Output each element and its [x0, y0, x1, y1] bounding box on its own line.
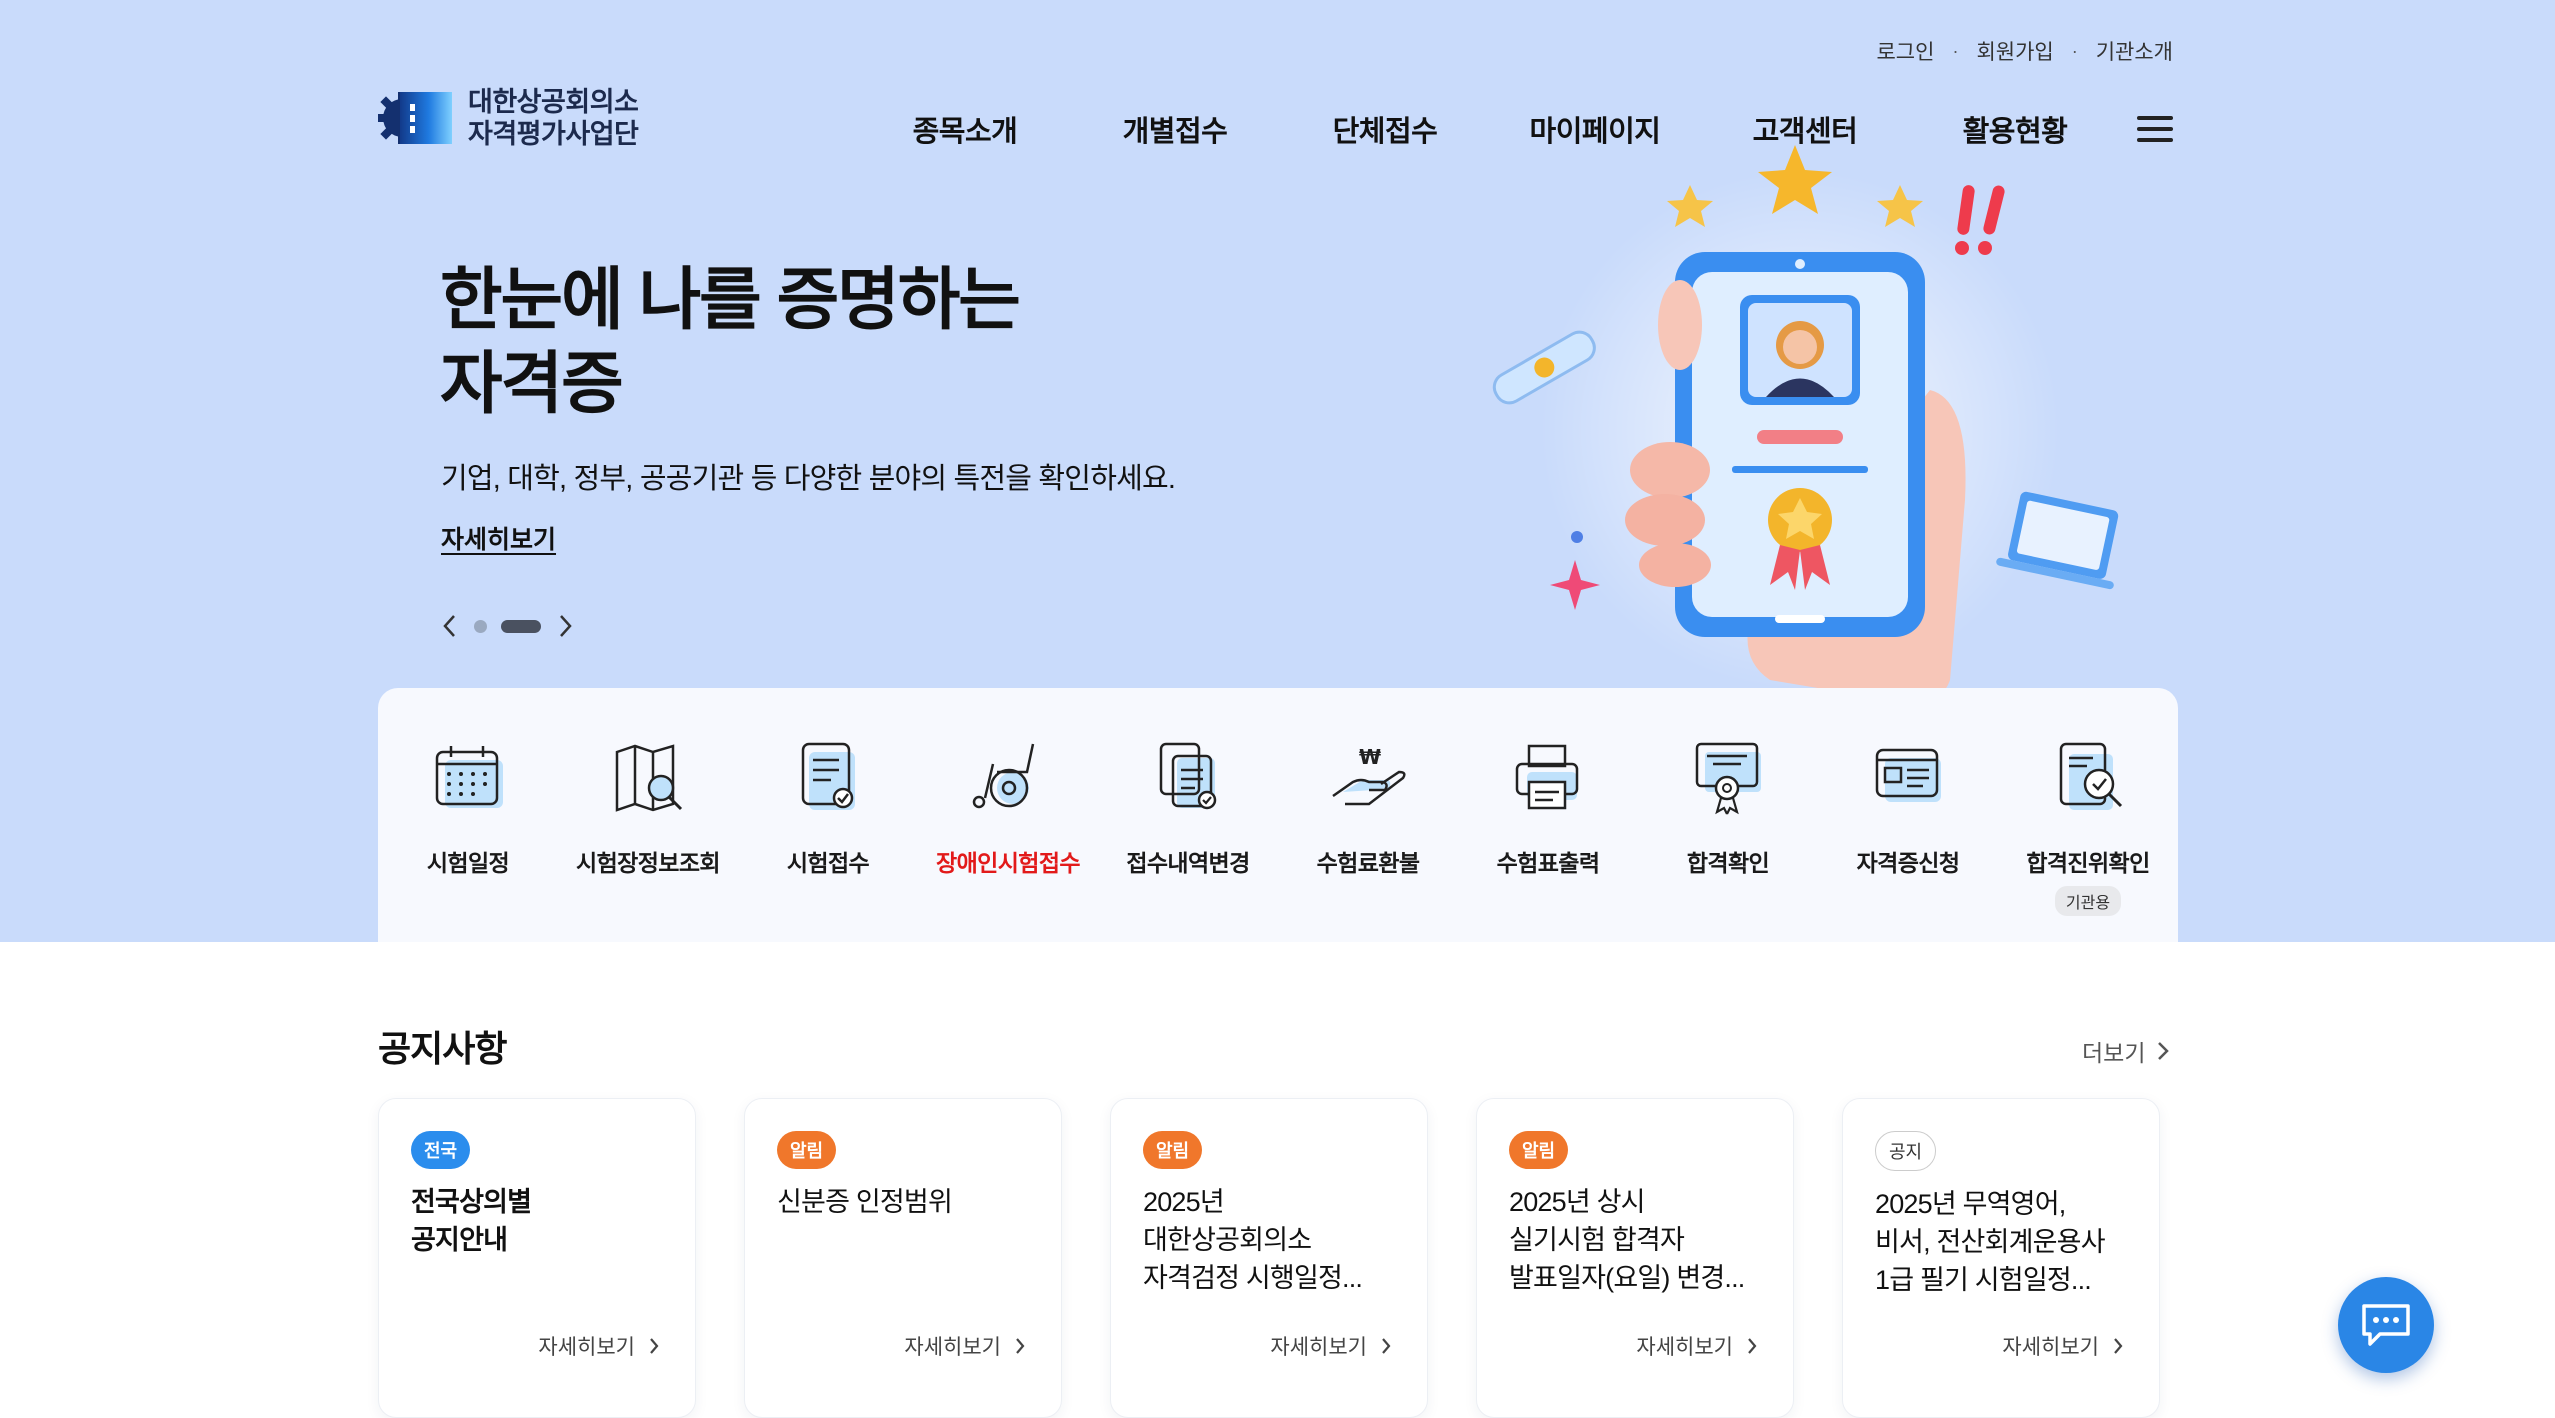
signup-link[interactable]: 회원가입 — [1976, 36, 2053, 66]
chevron-right-icon — [1382, 1338, 1391, 1354]
nav-item-subjects[interactable]: 종목소개 — [860, 108, 1070, 150]
chevron-right-icon — [2114, 1338, 2123, 1354]
notice-card[interactable]: 알림 2025년 상시 실기시험 합격자 발표일자(요일) 변경... 자세히보… — [1476, 1098, 1794, 1418]
hero-subtext: 기업, 대학, 정부, 공공기관 등 다양한 분야의 특전을 확인하세요. — [441, 463, 1176, 495]
category-badge: 전국 — [411, 1131, 471, 1169]
chat-button[interactable] — [2338, 1277, 2434, 1373]
quick-item-exam-schedule[interactable]: 시험일정 — [378, 688, 558, 942]
card-more-link[interactable]: 자세히보기 — [1270, 1331, 1391, 1361]
hero-more-link[interactable]: 자세히보기 — [441, 520, 556, 556]
hero-banner: 로그인 · 회원가입 · 기관소개 대한상공회의소 자격평가사업단 종목소개 개… — [0, 0, 2555, 942]
category-badge: 알림 — [777, 1131, 837, 1169]
quick-item-authenticity-check[interactable]: 합격진위확인 기관용 — [1998, 688, 2178, 942]
quick-item-refund[interactable]: ₩ 수험료환불 — [1278, 688, 1458, 942]
document-check-icon — [801, 742, 855, 810]
map-search-icon — [615, 744, 683, 812]
quick-item-disabled-apply[interactable]: 장애인시험접수 — [918, 688, 1098, 942]
nav-item-individual[interactable]: 개별접수 — [1070, 108, 1280, 150]
about-link[interactable]: 기관소개 — [2096, 36, 2173, 66]
slider-next-icon[interactable] — [555, 612, 577, 640]
wheelchair-icon — [972, 743, 1035, 809]
site-logo[interactable]: 대한상공회의소 자격평가사업단 — [376, 86, 639, 150]
notice-card[interactable]: 공지 2025년 무역영어, 비서, 전산회계운용사 1급 필기 시험일정...… — [1842, 1098, 2160, 1418]
documents-change-icon — [1159, 742, 1217, 810]
login-link[interactable]: 로그인 — [1876, 36, 1934, 66]
chevron-right-icon — [650, 1338, 659, 1354]
notice-title: 2025년 대한상공회의소 자격검정 시행일정... — [1143, 1187, 1363, 1293]
printer-icon — [1515, 744, 1579, 810]
svg-text:₩: ₩ — [1359, 745, 1381, 769]
notice-card[interactable]: 알림 신분증 인정범위 자세히보기 — [744, 1098, 1062, 1418]
hamburger-menu-icon[interactable] — [2137, 116, 2173, 144]
notice-title: 전국상의별 공지안내 — [411, 1187, 532, 1255]
notice-title: 2025년 무역영어, 비서, 전산회계운용사 1급 필기 시험일정... — [1875, 1189, 2106, 1295]
card-more-link[interactable]: 자세히보기 — [1636, 1331, 1757, 1361]
card-more-link[interactable]: 자세히보기 — [2002, 1331, 2123, 1361]
category-badge: 공지 — [1875, 1131, 1937, 1171]
nav-item-group[interactable]: 단체접수 — [1280, 108, 1490, 150]
quick-item-change-application[interactable]: 접수내역변경 — [1098, 688, 1278, 942]
logo-text-line1: 대한상공회의소 — [468, 87, 639, 117]
institution-badge: 기관용 — [2054, 886, 2122, 916]
document-verify-icon — [2059, 742, 2123, 810]
utility-links: 로그인 · 회원가입 · 기관소개 — [1876, 36, 2173, 66]
slider-dot-active[interactable] — [501, 619, 541, 633]
category-badge: 알림 — [1143, 1131, 1203, 1169]
slider-dot[interactable] — [474, 619, 487, 633]
calendar-icon — [435, 746, 503, 808]
chevron-right-icon — [1016, 1338, 1025, 1354]
notice-card[interactable]: 알림 2025년 대한상공회의소 자격검정 시행일정... 자세히보기 — [1110, 1098, 1428, 1418]
chevron-right-icon — [2158, 1042, 2170, 1060]
quick-item-license-apply[interactable]: 자격증신청 — [1818, 688, 1998, 942]
quick-item-exam-site[interactable]: 시험장정보조회 — [558, 688, 738, 942]
chat-bubble-icon — [2362, 1304, 2410, 1346]
notice-title: 신분증 인정범위 — [777, 1187, 953, 1217]
refund-hand-icon: ₩ — [1332, 745, 1406, 806]
card-more-link[interactable]: 자세히보기 — [904, 1331, 1025, 1361]
logo-gear-icon — [378, 92, 452, 144]
chevron-right-icon — [1748, 1338, 1757, 1354]
hero-phone-illustration — [1492, 145, 2119, 703]
quick-item-pass-check[interactable]: 합격확인 — [1638, 688, 1818, 942]
id-card-icon — [1875, 748, 1941, 802]
notice-card[interactable]: 전국 전국상의별 공지안내 자세히보기 — [378, 1098, 696, 1418]
notice-cards: 전국 전국상의별 공지안내 자세히보기 알림 신분증 인정범위 자세히보기 알림… — [378, 1098, 2160, 1418]
certificate-medal-icon — [1695, 742, 1761, 815]
slider-controls — [438, 612, 577, 640]
quick-item-exam-apply[interactable]: 시험접수 — [738, 688, 918, 942]
quick-menu: 시험일정 시험장정보조회 시험접수 장애인시험접수 접수내역변경 ₩ 수험료환불… — [378, 688, 2178, 942]
hero-headline: 한눈에 나를 증명하는 자격증 — [440, 262, 1021, 422]
slider-prev-icon[interactable] — [438, 612, 460, 640]
notice-more-link[interactable]: 더보기 — [2082, 1034, 2170, 1068]
notice-title: 2025년 상시 실기시험 합격자 발표일자(요일) 변경... — [1509, 1187, 1745, 1293]
quick-item-print-ticket[interactable]: 수험표출력 — [1458, 688, 1638, 942]
category-badge: 알림 — [1509, 1131, 1569, 1169]
card-more-link[interactable]: 자세히보기 — [538, 1331, 659, 1361]
logo-text-line2: 자격평가사업단 — [468, 119, 639, 149]
notice-section-title: 공지사항 — [378, 1028, 507, 1069]
